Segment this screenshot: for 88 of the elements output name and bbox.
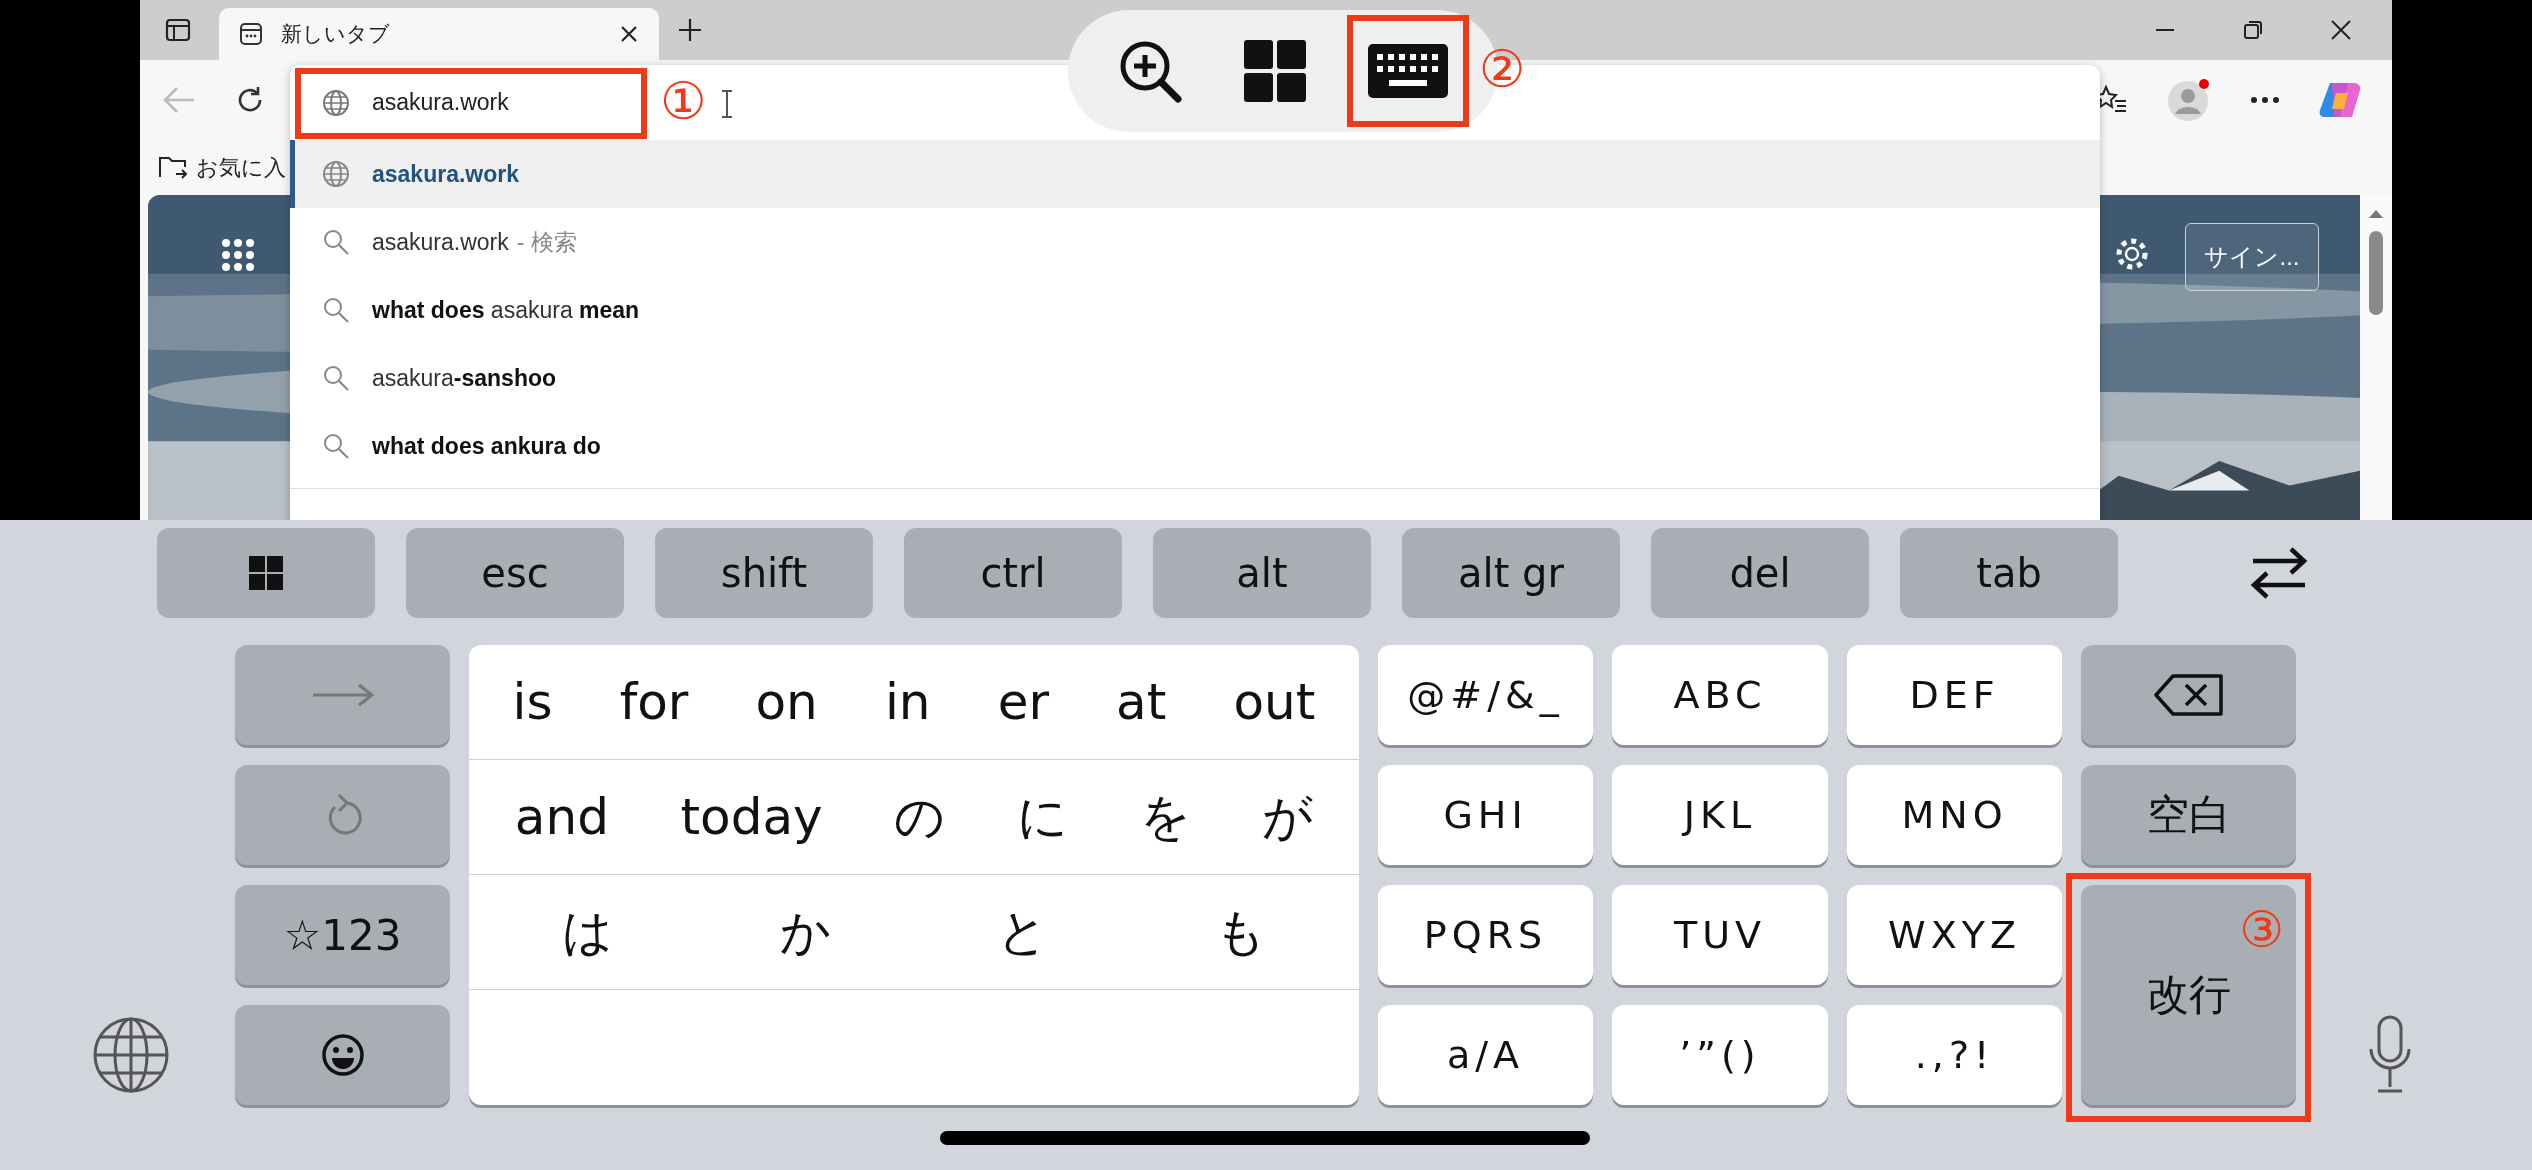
search-icon xyxy=(322,296,350,324)
candidate-word[interactable]: の xyxy=(894,783,946,851)
function-key[interactable]: esc xyxy=(406,528,624,618)
search-icon xyxy=(322,364,350,392)
function-key[interactable]: ctrl xyxy=(904,528,1122,618)
letter-key[interactable]: MNO xyxy=(1847,765,2062,865)
tab-page-icon xyxy=(239,22,263,46)
candidate-word[interactable]: を xyxy=(1139,783,1191,851)
emoji-key[interactable] xyxy=(235,1005,450,1105)
scrollbar-thumb[interactable] xyxy=(2369,231,2383,315)
address-field[interactable]: asakura.work xyxy=(290,72,662,133)
candidate-word[interactable]: が xyxy=(1262,783,1314,851)
candidate-word[interactable]: is xyxy=(512,673,553,731)
tab-title: 新しいタブ xyxy=(281,21,391,47)
globe-icon xyxy=(322,160,350,188)
backspace-key[interactable] xyxy=(2081,645,2296,745)
globe-icon[interactable] xyxy=(91,1015,171,1095)
suggestion-item[interactable]: asakura.work - 検索 xyxy=(290,208,2100,276)
windows-icon[interactable] xyxy=(1242,38,1308,104)
tab-actions-icon[interactable] xyxy=(165,18,191,42)
windows-icon xyxy=(249,556,283,590)
suggestion-text: asakura.work xyxy=(372,228,509,256)
candidate-word[interactable]: out xyxy=(1233,673,1316,731)
candidate-word[interactable]: on xyxy=(755,673,818,731)
space-key[interactable]: 空白 xyxy=(2081,765,2296,865)
suggestion-text: asakura-sanshoo xyxy=(372,364,557,392)
annotation-number: ③ xyxy=(2239,905,2284,955)
suggestion-item[interactable]: what does asakura mean xyxy=(290,276,2100,344)
letter-key[interactable]: ABC xyxy=(1612,645,1828,745)
annotation-number: ② xyxy=(1478,43,1526,95)
letter-key[interactable]: @#/&_ xyxy=(1378,645,1593,745)
symbols-key[interactable]: ☆123 xyxy=(235,885,450,985)
emoji-icon xyxy=(320,1033,365,1077)
candidate-word[interactable]: at xyxy=(1116,673,1167,731)
letter-key[interactable]: ’”() xyxy=(1612,1005,1828,1105)
candidate-word[interactable]: も xyxy=(1214,898,1266,966)
arrow-right-icon xyxy=(310,683,375,707)
function-key[interactable]: alt xyxy=(1153,528,1371,618)
switch-layout-icon[interactable] xyxy=(2249,545,2309,601)
globe-icon xyxy=(322,88,350,117)
microphone-icon[interactable] xyxy=(2368,1015,2412,1095)
suggestion-text: what does asakura mean xyxy=(372,296,640,324)
scroll-up-icon[interactable] xyxy=(2368,209,2384,219)
candidate-word[interactable]: と xyxy=(997,898,1049,966)
letter-key[interactable]: PQRS xyxy=(1378,885,1593,985)
candidate-word[interactable]: er xyxy=(997,673,1049,731)
text-cursor-icon xyxy=(720,89,734,119)
profile-avatar[interactable] xyxy=(2166,77,2212,123)
more-icon[interactable] xyxy=(2250,96,2280,104)
suggestion-text: asakura.work xyxy=(372,160,520,188)
suggestion-item[interactable]: asakura.work xyxy=(290,140,2100,208)
letter-key[interactable]: JKL xyxy=(1612,765,1828,865)
search-icon xyxy=(322,432,350,460)
close-icon[interactable] xyxy=(619,24,639,44)
keyboard-icon[interactable] xyxy=(1366,43,1449,99)
letter-key[interactable]: WXYZ xyxy=(1847,885,2062,985)
browser-tab[interactable]: 新しいタブ xyxy=(219,8,659,60)
search-icon xyxy=(322,228,350,256)
function-key[interactable]: tab xyxy=(1900,528,2118,618)
function-key[interactable]: alt gr xyxy=(1402,528,1620,618)
letter-key[interactable]: .,?! xyxy=(1847,1005,2062,1105)
candidate-word[interactable]: and xyxy=(514,788,609,846)
function-key[interactable]: del xyxy=(1651,528,1869,618)
apps-icon[interactable] xyxy=(220,237,256,273)
candidate-word[interactable]: for xyxy=(619,673,689,731)
candidate-word[interactable]: か xyxy=(779,898,831,966)
windows-key[interactable] xyxy=(157,528,375,618)
candidate-word[interactable]: in xyxy=(884,673,931,731)
suggestion-text: what does ankura do xyxy=(372,432,601,460)
letter-key[interactable]: a/A xyxy=(1378,1005,1593,1105)
letter-key[interactable]: DEF xyxy=(1847,645,2062,745)
letter-key[interactable]: TUV xyxy=(1612,885,1828,985)
suggestion-suffix: - 検索 xyxy=(516,227,577,257)
new-tab-icon[interactable] xyxy=(677,17,703,43)
candidate-word[interactable]: today xyxy=(680,788,823,846)
suggestion-item[interactable]: asakura-sanshoo xyxy=(290,344,2100,412)
letter-key[interactable]: GHI xyxy=(1378,765,1593,865)
close-icon[interactable] xyxy=(2330,19,2352,41)
function-key[interactable]: shift xyxy=(655,528,873,618)
candidate-word[interactable]: に xyxy=(1016,783,1068,851)
sign-in-button[interactable]: サイン... xyxy=(2185,223,2319,291)
annotation-number: ① xyxy=(660,75,707,127)
restore-icon[interactable] xyxy=(2242,19,2264,41)
backspace-icon xyxy=(2152,673,2225,717)
folder-icon xyxy=(158,154,188,181)
bookmark-item[interactable]: お気に入 xyxy=(196,152,286,183)
suggestion-item[interactable]: what does ankura do xyxy=(290,412,2100,480)
candidate-word[interactable]: は xyxy=(562,898,614,966)
